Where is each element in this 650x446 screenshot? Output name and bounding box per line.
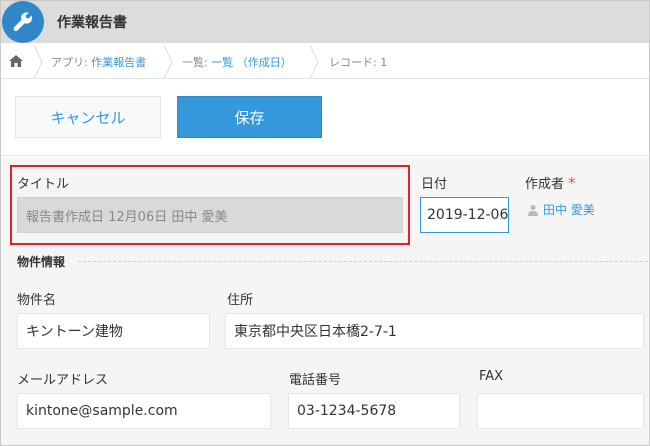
breadcrumb: アプリ: 作業報告書 一覧: 一覧 （作成日） レコード: 1 (1, 43, 649, 79)
app-title: 作業報告書 (57, 15, 127, 31)
edit-toolbar: キャンセル 保存 (1, 80, 649, 156)
breadcrumb-app[interactable]: アプリ: 作業報告書 (51, 54, 146, 70)
breadcrumb-app-link[interactable]: 作業報告書 (91, 56, 146, 69)
email-field[interactable]: kintone@sample.com (17, 393, 271, 429)
app-header: 作業報告書 (1, 1, 649, 43)
title-field: 報告書作成日 12月06日 田中 愛美 (17, 197, 403, 233)
breadcrumb-list-link[interactable]: 一覧 （作成日） (211, 56, 292, 69)
cancel-button[interactable]: キャンセル (15, 96, 161, 138)
address-label: 住所 (227, 293, 254, 308)
record-edit-window: 作業報告書 アプリ: 作業報告書 一覧: 一覧 （作成日） レコード: 1 キャ… (0, 0, 650, 446)
home-icon[interactable] (9, 55, 23, 71)
record-form: タイトル 報告書作成日 12月06日 田中 愛美 日付 2019-12-06 作… (1, 157, 649, 445)
group-divider (78, 261, 648, 262)
breadcrumb-separator (163, 45, 173, 79)
creator-user[interactable]: 田中 愛美 (527, 201, 595, 218)
phone-label: 電話番号 (289, 373, 342, 388)
wrench-icon[interactable] (2, 1, 44, 43)
email-label: メールアドレス (17, 373, 109, 388)
breadcrumb-separator (33, 45, 43, 79)
fax-field[interactable] (477, 393, 644, 429)
property-info-group-label: 物件情報 (17, 255, 66, 269)
title-label: タイトル (17, 177, 70, 192)
property-name-label: 物件名 (17, 293, 57, 308)
address-field[interactable]: 東京都中央区日本橋2-7-1 (225, 313, 644, 349)
breadcrumb-record: レコード: 1 (329, 56, 388, 69)
required-mark: * (568, 174, 576, 192)
creator-label: 作成者 * (525, 174, 576, 192)
property-name-field[interactable]: キントーン建物 (17, 313, 210, 349)
breadcrumb-list[interactable]: 一覧: 一覧 （作成日） (182, 54, 292, 70)
fax-label: FAX (479, 369, 504, 384)
save-button[interactable]: 保存 (177, 96, 322, 138)
phone-field[interactable]: 03-1234-5678 (288, 393, 460, 429)
date-label: 日付 (421, 177, 448, 192)
user-icon (528, 204, 538, 216)
date-field[interactable]: 2019-12-06 (420, 197, 509, 233)
breadcrumb-separator (309, 45, 319, 79)
creator-user-name[interactable]: 田中 愛美 (543, 201, 595, 218)
